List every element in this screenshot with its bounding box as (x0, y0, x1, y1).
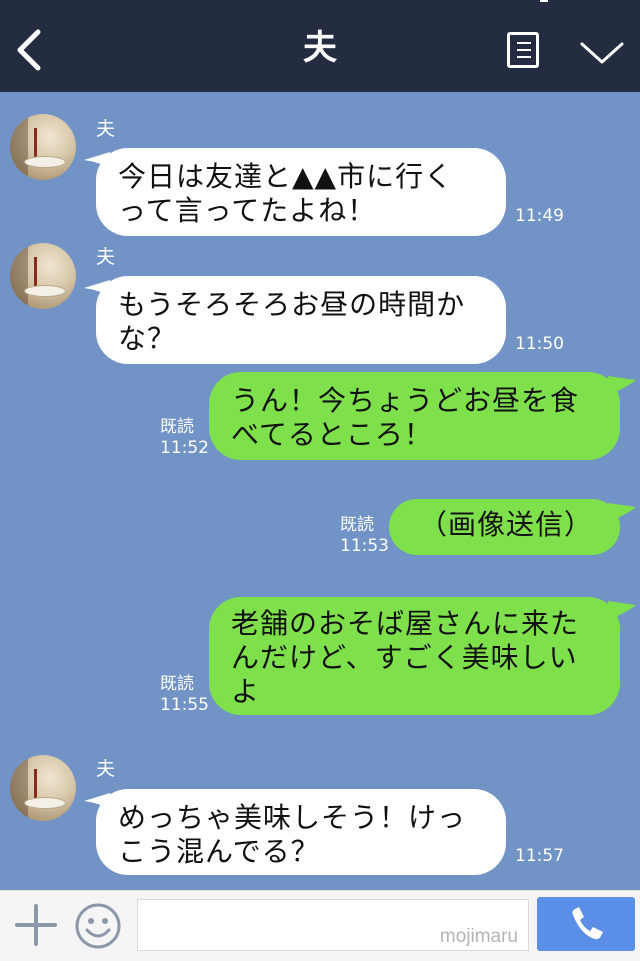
plus-icon (15, 904, 57, 946)
message-line: べてるところ！ (231, 418, 433, 451)
message-line: 老舗のおそば屋さんに来た (231, 607, 580, 640)
message-bubble-incoming[interactable]: 今日は友達と▲▲市に行く って言ってたよね！ (96, 148, 506, 236)
add-button[interactable] (14, 903, 58, 947)
message-bubble-outgoing[interactable]: うん！今ちょうどお昼を食 べてるところ！ (209, 372, 620, 460)
avatar[interactable] (10, 114, 76, 180)
menu-line (517, 49, 531, 51)
call-button[interactable] (537, 897, 635, 951)
watermark: mojimaru (439, 926, 518, 947)
avatar-detail (34, 769, 37, 801)
chat-title: 夫 (303, 28, 337, 68)
message-line: もうそろそろお昼の時間か (118, 288, 466, 321)
message-time: 11:52 (160, 438, 209, 458)
status-mark (540, 0, 548, 2)
message-bubble-outgoing[interactable]: （画像送信） (389, 499, 620, 555)
avatar-detail (24, 156, 66, 168)
avatar[interactable] (10, 243, 76, 309)
message-time: 11:49 (515, 206, 564, 226)
message-line: 今日は友達と▲▲市に行く (118, 160, 454, 193)
message-line: （画像送信） (419, 508, 594, 541)
avatar-detail (34, 128, 37, 160)
sender-name: 夫 (96, 758, 116, 780)
avatar-shade (10, 243, 28, 309)
message-line: って言ってたよね！ (118, 194, 377, 227)
read-receipt: 既読 (160, 417, 194, 437)
bubble-tail (608, 376, 636, 394)
smiley-icon (75, 903, 121, 949)
collapse-button[interactable] (578, 38, 626, 68)
message-bubble-outgoing[interactable]: 老舗のおそば屋さんに来た んだけど、すごく美味しい よ (209, 597, 620, 715)
avatar-detail (34, 257, 37, 289)
message-line: うん！今ちょうどお昼を食 (231, 384, 580, 417)
chat-header: 夫 (0, 0, 640, 92)
read-receipt: 既読 (340, 515, 374, 535)
message-time: 11:50 (515, 334, 564, 354)
avatar-shade (10, 755, 28, 821)
avatar-detail (24, 285, 66, 297)
message-line: んだけど、すごく美味しい (231, 641, 578, 674)
list-menu-icon (517, 42, 531, 44)
sender-name: 夫 (96, 118, 116, 140)
menu-line (517, 56, 531, 58)
sticker-button[interactable] (74, 902, 122, 950)
message-time: 11:57 (515, 846, 564, 866)
message-line: よ (231, 675, 261, 708)
bubble-tail (608, 601, 636, 619)
avatar[interactable] (10, 755, 76, 821)
message-line: な？ (118, 322, 177, 355)
menu-button[interactable] (507, 32, 539, 68)
message-time: 11:55 (160, 695, 209, 715)
phone-icon (572, 907, 603, 940)
avatar-shade (10, 114, 28, 180)
message-input[interactable]: mojimaru (137, 899, 529, 951)
message-line: こう混んでる？ (118, 835, 320, 868)
bubble-tail (608, 503, 636, 521)
avatar-detail (24, 797, 66, 809)
sender-name: 夫 (96, 246, 116, 268)
read-receipt: 既読 (160, 674, 194, 694)
message-time: 11:53 (340, 536, 389, 556)
chevron-down-icon (580, 42, 624, 64)
message-composer: mojimaru (0, 890, 640, 961)
message-line: めっちゃ美味しそう！けっ (118, 801, 467, 834)
message-bubble-incoming[interactable]: めっちゃ美味しそう！けっ こう混んでる？ (96, 789, 506, 875)
message-bubble-incoming[interactable]: もうそろそろお昼の時間か な？ (96, 276, 506, 364)
